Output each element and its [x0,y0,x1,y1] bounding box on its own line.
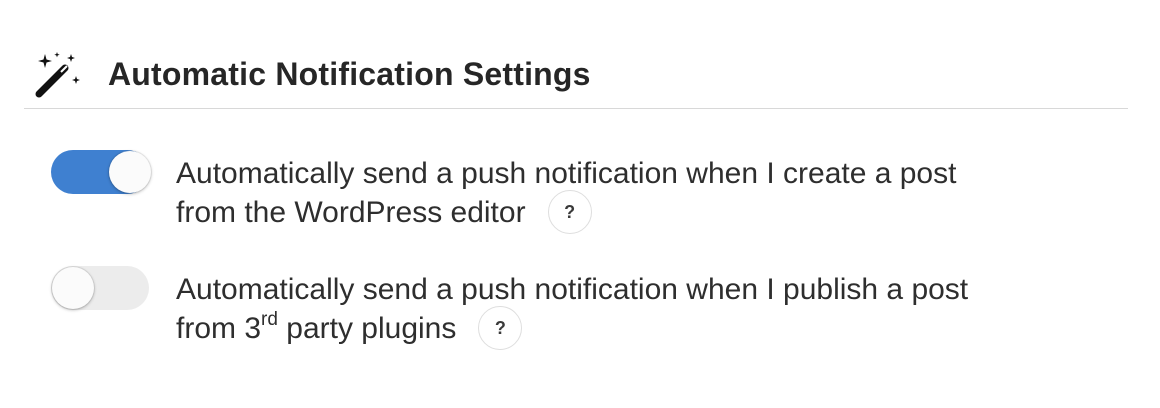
setting-label-plugins: Automatically send a push notification w… [176,272,1096,352]
toggle-auto-send-plugins[interactable] [51,266,149,310]
setting-label-line2: from the WordPress editor [176,195,526,229]
setting-label-line2-prefix: from 3 [176,311,262,345]
help-icon[interactable]: ? [478,306,523,350]
setting-label-editor: Automatically send a push notification w… [176,156,1096,236]
notification-settings-page: Automatic Notification Settings Automati… [0,0,1160,408]
toggle-knob [109,151,151,193]
setting-label-line2-suffix: party plugins [277,311,457,345]
setting-label-line1: Automatically send a push notification w… [176,273,969,306]
section-header: Automatic Notification Settings [24,40,1128,109]
toggle-auto-send-editor[interactable] [51,150,151,194]
magic-wand-icon [35,52,80,98]
help-icon[interactable]: ? [547,190,592,234]
setting-label-line1: Automatically send a push notification w… [176,157,957,190]
ordinal-suffix: rd [261,308,278,330]
toggle-knob [52,267,94,309]
section-title: Automatic Notification Settings [108,56,591,92]
